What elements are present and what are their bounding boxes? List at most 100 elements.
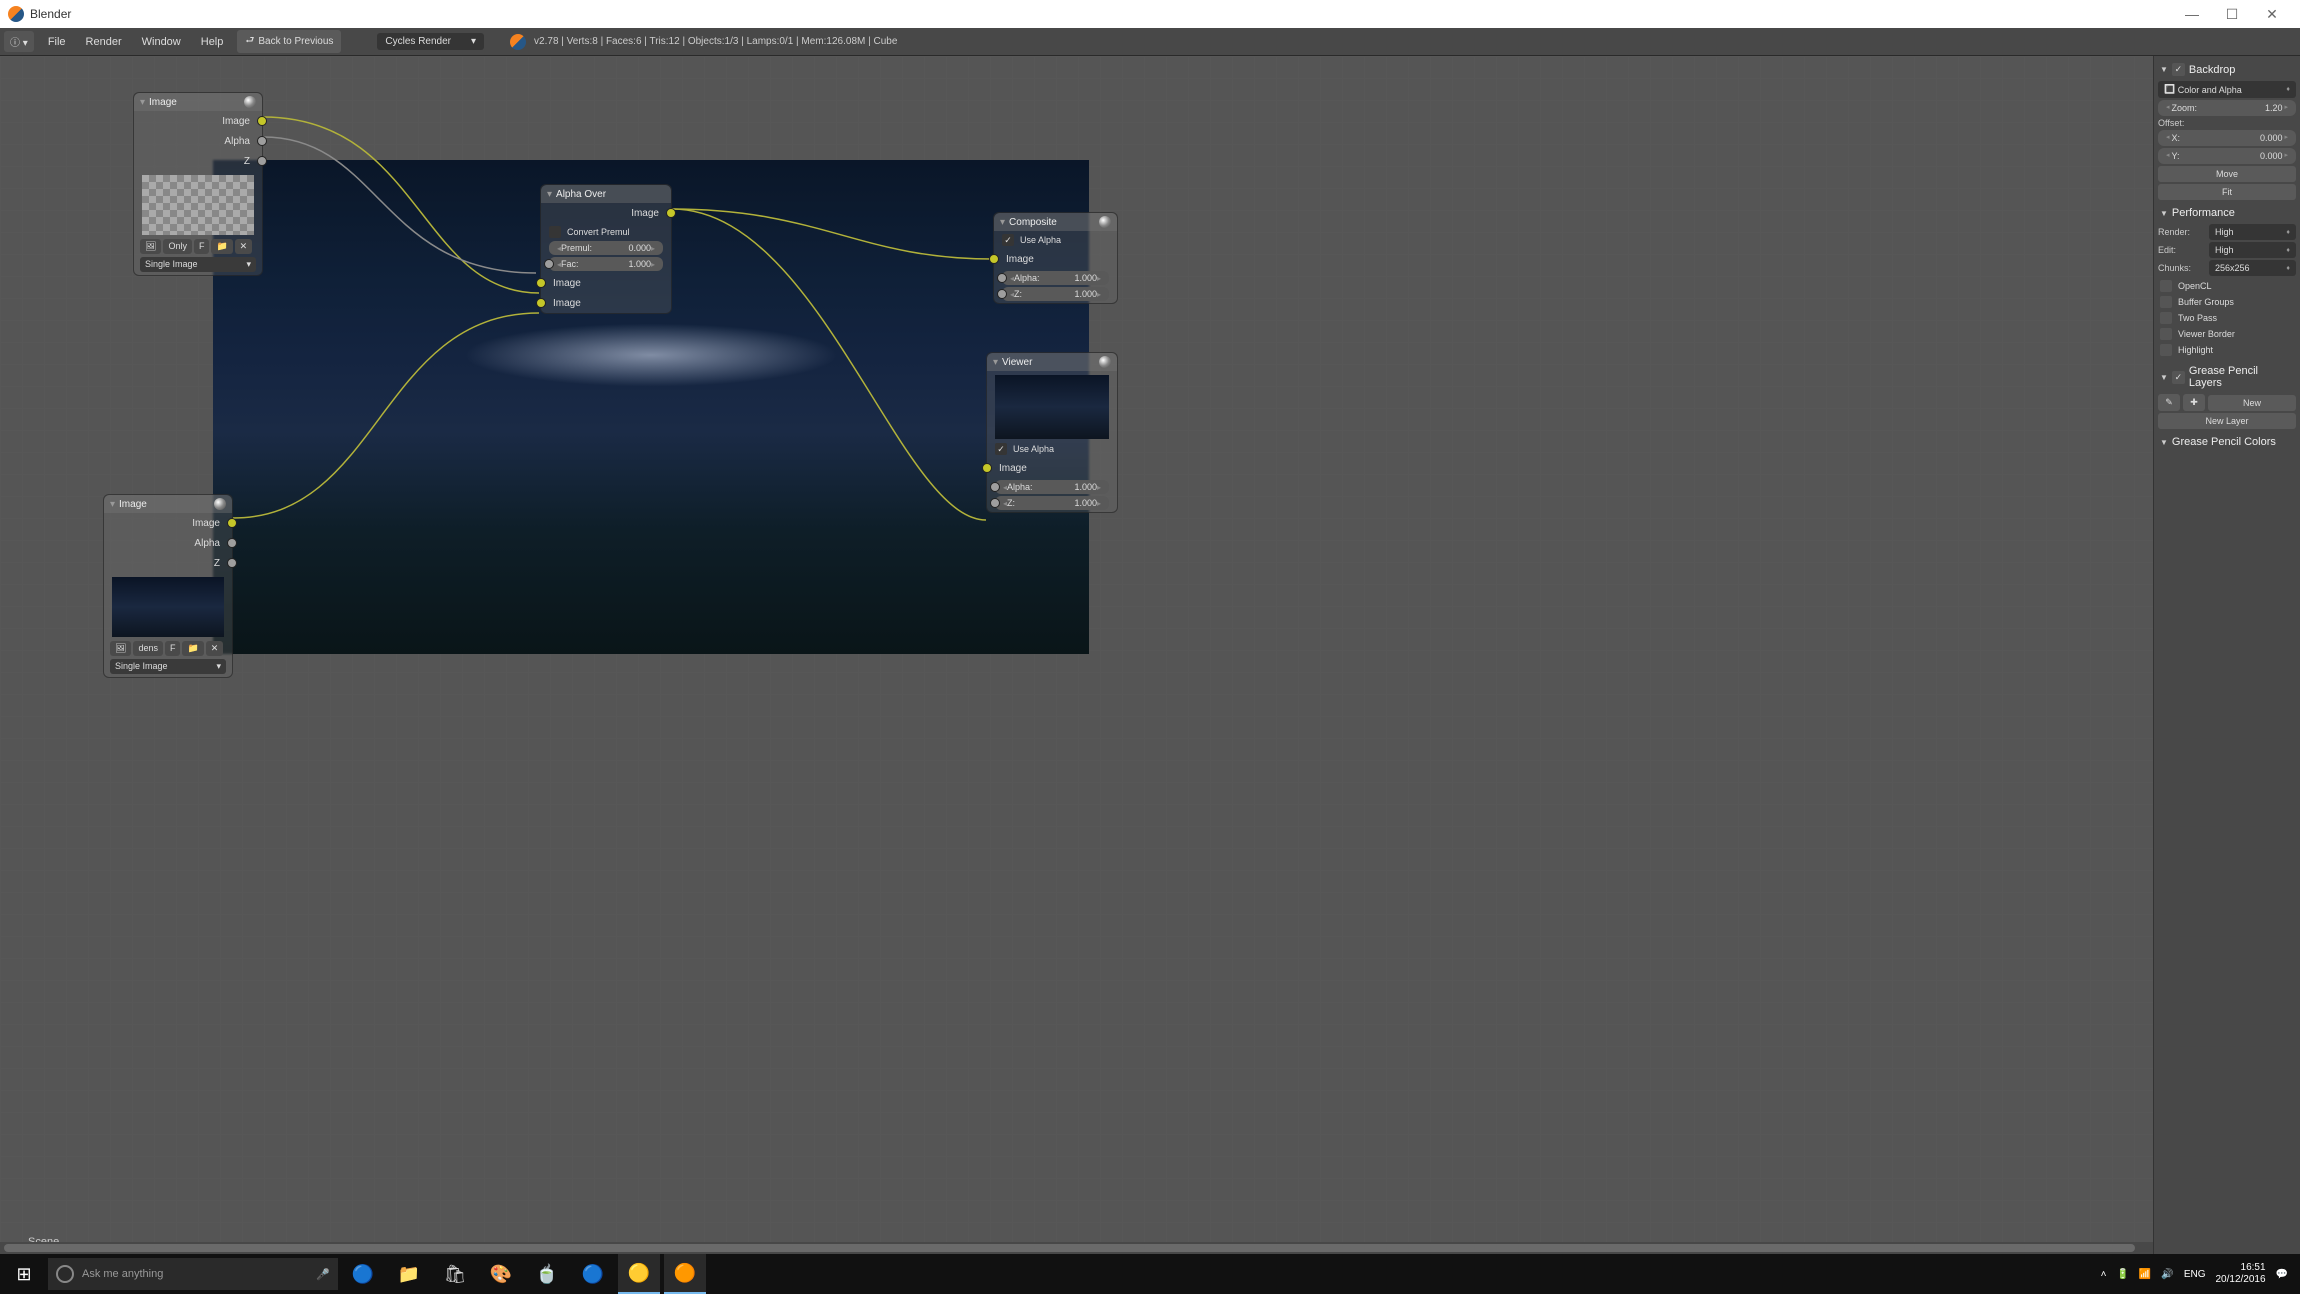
- node-alpha-over[interactable]: ▾ Alpha Over Image Convert Premul ◂Premu…: [540, 184, 672, 314]
- zoom-field[interactable]: ◂Zoom:1.20▸: [2158, 100, 2296, 116]
- cortana-search[interactable]: Ask me anything 🎤: [48, 1258, 338, 1290]
- notification-icon[interactable]: 💬: [2276, 1269, 2288, 1280]
- chrome-icon[interactable]: 🟡: [618, 1254, 660, 1294]
- f-button[interactable]: F: [165, 641, 181, 656]
- performance-header[interactable]: ▼ Performance: [2158, 204, 2296, 222]
- socket-z-in[interactable]: [997, 289, 1007, 299]
- image-mode-dropdown[interactable]: Single Image ▾: [110, 659, 226, 674]
- image-browse-icon[interactable]: 🖼: [140, 239, 161, 254]
- collapse-icon[interactable]: ▾: [547, 189, 552, 200]
- microphone-icon[interactable]: 🎤: [316, 1268, 330, 1281]
- collapse-icon[interactable]: ▾: [140, 97, 145, 108]
- node-title[interactable]: ▾ Alpha Over: [541, 185, 671, 203]
- wifi-icon[interactable]: 📶: [2139, 1269, 2151, 1280]
- horizontal-scrollbar[interactable]: [0, 1242, 2153, 1254]
- move-button[interactable]: Move: [2158, 166, 2296, 182]
- pencil-icon[interactable]: ✎: [2158, 394, 2180, 411]
- color-alpha-dropdown[interactable]: 🔳 Color and Alpha♦: [2158, 81, 2296, 98]
- minimize-button[interactable]: —: [2172, 0, 2212, 28]
- preview-icon[interactable]: [214, 498, 226, 510]
- grease-colors-header[interactable]: ▼ Grease Pencil Colors: [2158, 433, 2296, 451]
- socket-alpha-out[interactable]: [257, 136, 267, 146]
- f-button[interactable]: F: [194, 239, 210, 254]
- alpha-field[interactable]: ◂Alpha:1.000▸: [995, 480, 1109, 494]
- viewer-border-checkbox[interactable]: [2160, 328, 2172, 340]
- paint-icon[interactable]: 🎨: [480, 1254, 522, 1294]
- backdrop-enable-checkbox[interactable]: [2172, 63, 2185, 76]
- socket-image-out[interactable]: [227, 518, 237, 528]
- node-composite[interactable]: ▾ Composite Use Alpha Image ◂Alpha:1.000…: [993, 212, 1118, 304]
- collapse-icon[interactable]: ▾: [110, 499, 115, 510]
- socket-image-out[interactable]: [666, 208, 676, 218]
- folder-icon[interactable]: 📁: [182, 641, 203, 656]
- z-field[interactable]: ◂Z:1.000▸: [1002, 287, 1109, 301]
- socket-image-out[interactable]: [257, 116, 267, 126]
- clock[interactable]: 16:51 20/12/2016: [2215, 1262, 2265, 1286]
- battery-icon[interactable]: 🔋: [2116, 1269, 2128, 1280]
- plus-icon[interactable]: ✚: [2183, 394, 2205, 411]
- close-button[interactable]: ✕: [2252, 0, 2292, 28]
- info-icon[interactable]: ⓘ ▾: [4, 31, 34, 52]
- highlight-checkbox[interactable]: [2160, 344, 2172, 356]
- menu-window[interactable]: Window: [136, 36, 187, 48]
- socket-fac-in[interactable]: [544, 259, 554, 269]
- grease-pencil-header[interactable]: ▼ Grease Pencil Layers: [2158, 362, 2296, 392]
- socket-z-out[interactable]: [227, 558, 237, 568]
- image-mode-dropdown[interactable]: Single Image ▾: [140, 257, 256, 272]
- chunks-dropdown[interactable]: 256x256♦: [2209, 260, 2296, 276]
- use-alpha-checkbox[interactable]: [995, 443, 1007, 455]
- preview-icon[interactable]: [1099, 216, 1111, 228]
- image-browse-icon[interactable]: 🖼: [110, 641, 131, 656]
- socket-alpha-out[interactable]: [227, 538, 237, 548]
- blender-taskbar-icon[interactable]: 🟠: [664, 1254, 706, 1294]
- two-pass-checkbox[interactable]: [2160, 312, 2172, 324]
- collapse-icon[interactable]: ▾: [1000, 217, 1005, 228]
- fac-field[interactable]: ◂Fac:1.000▸: [549, 257, 663, 271]
- convert-premul-checkbox[interactable]: [549, 226, 561, 238]
- menu-help[interactable]: Help: [195, 36, 230, 48]
- unlink-icon[interactable]: ✕: [206, 641, 224, 656]
- opencl-checkbox[interactable]: [2160, 280, 2172, 292]
- folder-icon[interactable]: 📁: [211, 239, 232, 254]
- maximize-button[interactable]: ☐: [2212, 0, 2252, 28]
- x-field[interactable]: ◂X:0.000▸: [2158, 130, 2296, 146]
- node-editor[interactable]: ▾ Image Image Alpha Z 🖼 Only F 📁 ✕ Singl…: [0, 56, 2154, 1254]
- render-engine-dropdown[interactable]: Cycles Render ▾: [377, 33, 484, 50]
- node-title[interactable]: ▾ Image: [104, 495, 232, 513]
- socket-image-in[interactable]: [982, 463, 992, 473]
- socket-z-in[interactable]: [990, 498, 1000, 508]
- app-icon-1[interactable]: 🍵: [526, 1254, 568, 1294]
- node-image-1[interactable]: ▾ Image Image Alpha Z 🖼 Only F 📁 ✕ Singl…: [133, 92, 263, 276]
- unlink-icon[interactable]: ✕: [235, 239, 253, 254]
- node-title[interactable]: ▾ Composite: [994, 213, 1117, 231]
- collapse-icon[interactable]: ▾: [993, 357, 998, 368]
- socket-alpha-in[interactable]: [997, 273, 1007, 283]
- z-field[interactable]: ◂Z:1.000▸: [995, 496, 1109, 510]
- socket-image1-in[interactable]: [536, 278, 546, 288]
- edit-quality-dropdown[interactable]: High♦: [2209, 242, 2296, 258]
- file-explorer-icon[interactable]: 📁: [388, 1254, 430, 1294]
- language-indicator[interactable]: ENG: [2184, 1269, 2206, 1280]
- new-button[interactable]: New: [2208, 395, 2296, 411]
- volume-icon[interactable]: 🔊: [2161, 1269, 2173, 1280]
- menu-file[interactable]: File: [42, 36, 72, 48]
- preview-icon[interactable]: [1099, 356, 1111, 368]
- store-icon[interactable]: 🛍: [434, 1254, 476, 1294]
- dens-button[interactable]: dens: [133, 641, 163, 656]
- new-layer-button[interactable]: New Layer: [2158, 413, 2296, 429]
- edge-icon[interactable]: 🔵: [342, 1254, 384, 1294]
- socket-image2-in[interactable]: [536, 298, 546, 308]
- node-title[interactable]: ▾ Viewer: [987, 353, 1117, 371]
- render-quality-dropdown[interactable]: High♦: [2209, 224, 2296, 240]
- socket-alpha-in[interactable]: [990, 482, 1000, 492]
- premul-field[interactable]: ◂Premul:0.000▸: [549, 241, 663, 255]
- preview-icon[interactable]: [244, 96, 256, 108]
- socket-z-out[interactable]: [257, 156, 267, 166]
- menu-render[interactable]: Render: [80, 36, 128, 48]
- buffer-groups-checkbox[interactable]: [2160, 296, 2172, 308]
- tray-chevron-icon[interactable]: ˄: [2101, 1269, 2107, 1280]
- node-viewer[interactable]: ▾ Viewer Use Alpha Image ◂Alpha:1.000▸ ◂…: [986, 352, 1118, 513]
- node-title[interactable]: ▾ Image: [134, 93, 262, 111]
- grease-enable-checkbox[interactable]: [2172, 371, 2185, 384]
- backdrop-header[interactable]: ▼ Backdrop: [2158, 60, 2296, 79]
